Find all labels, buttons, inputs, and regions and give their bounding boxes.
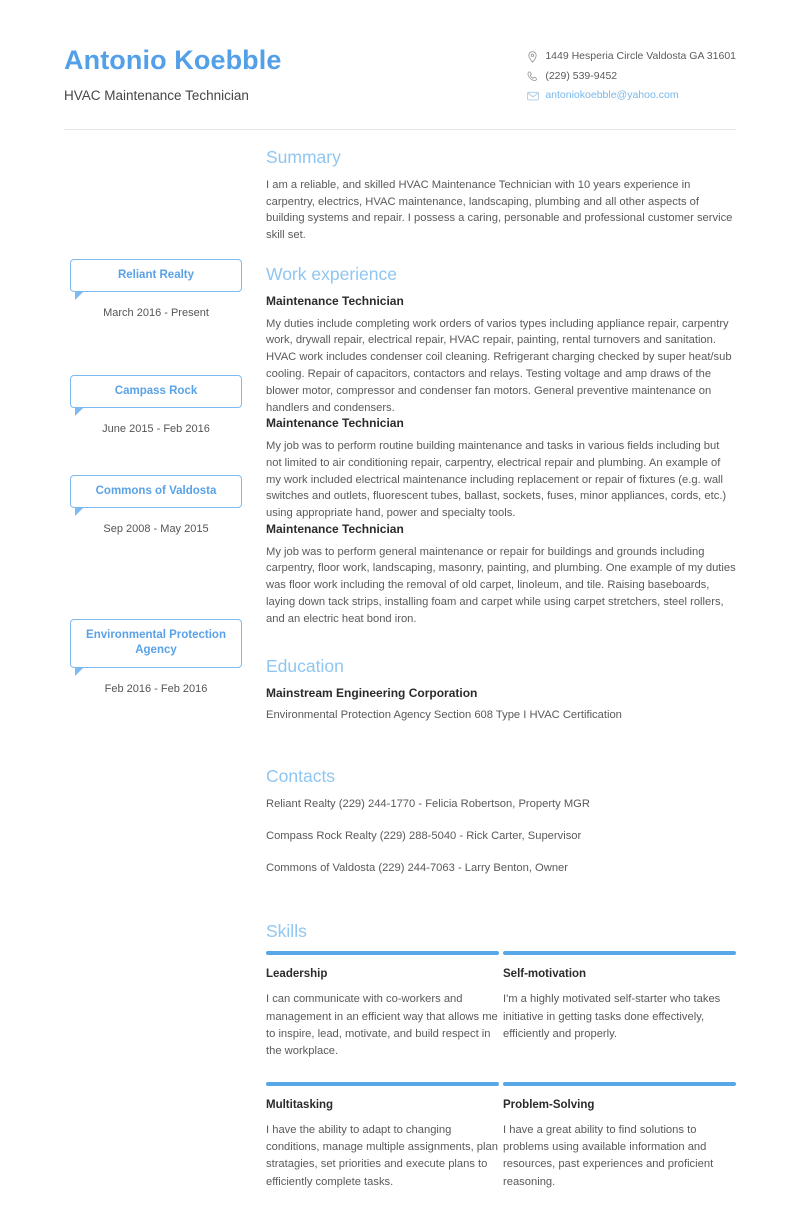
sidebar-item-environmental-protection-agency: Environmental Protection Agency Feb 2016…	[70, 618, 242, 696]
identity-block: Antonio Koebble HVAC Maintenance Technic…	[64, 44, 281, 104]
work-entry-role: Maintenance Technician	[266, 522, 404, 537]
skill-description: I can communicate with co-workers and ma…	[266, 993, 498, 1058]
section-title-summary: Summary	[266, 146, 341, 167]
resume-header: Antonio Koebble HVAC Maintenance Technic…	[64, 0, 736, 104]
work-entry: Maintenance Technician My duties include…	[266, 294, 736, 416]
company-dates: March 2016 - Present	[103, 307, 209, 320]
candidate-job-title: HVAC Maintenance Technician	[64, 87, 249, 103]
contact-phone-row: (229) 539-9452	[526, 70, 736, 83]
section-title-education: Education	[266, 655, 344, 676]
resume-main-content: Summary I am a reliable, and skilled HVA…	[250, 147, 736, 1212]
skill-description: I have a great ability to find solutions…	[503, 1123, 714, 1188]
skill-name: Leadership	[266, 968, 328, 981]
skill-accent-bar	[503, 1081, 736, 1086]
section-work-experience: Work experience Maintenance Technician M…	[266, 264, 736, 628]
sidebar-item-commons-of-valdosta: Commons of Valdosta Sep 2008 - May 2015	[70, 474, 242, 537]
organization-dates: Feb 2016 - Feb 2016	[104, 682, 208, 695]
sidebar-item-reliant-realty: Reliant Realty March 2016 - Present	[70, 258, 242, 321]
sidebar-item-campass-rock: Campass Rock June 2015 - Feb 2016	[70, 374, 242, 437]
reference-line: Compass Rock Realty (229) 288-5040 - Ric…	[266, 829, 582, 842]
summary-text: I am a reliable, and skilled HVAC Mainte…	[266, 178, 733, 242]
company-badge: Reliant Realty	[70, 258, 242, 300]
skill-description: I'm a highly motivated self-starter who …	[503, 993, 721, 1041]
organization-badge: Environmental Protection Agency	[70, 618, 242, 676]
skill-card: Problem-Solving I have a great ability t…	[503, 1081, 736, 1191]
skill-name: Problem-Solving	[503, 1098, 595, 1111]
skill-accent-bar	[266, 951, 499, 956]
skill-card: Self-motivation I'm a highly motivated s…	[503, 951, 736, 1060]
work-entry-role: Maintenance Technician	[266, 294, 404, 309]
contact-phone-text: (229) 539-9452	[545, 69, 618, 82]
skill-accent-bar	[503, 951, 736, 956]
section-title-work-experience: Work experience	[266, 264, 397, 285]
skill-description: I have the ability to adapt to changing …	[266, 1123, 498, 1188]
skill-card: Multitasking I have the ability to adapt…	[266, 1081, 499, 1191]
skill-accent-bar	[266, 1081, 499, 1086]
contact-address-text: 1449 Hesperia Circle Valdosta GA 31601	[545, 50, 736, 62]
work-entry-role: Maintenance Technician	[266, 416, 404, 431]
resume-page: Antonio Koebble HVAC Maintenance Technic…	[0, 0, 800, 1188]
contact-info-block: 1449 Hesperia Circle Valdosta GA 31601 (…	[526, 44, 736, 102]
reference-line: Commons of Valdosta (229) 244-7063 - Lar…	[266, 861, 569, 874]
skill-name: Multitasking	[266, 1098, 334, 1111]
contact-address-row: 1449 Hesperia Circle Valdosta GA 31601	[526, 50, 736, 63]
phone-icon	[526, 70, 539, 83]
skill-name: Self-motivation	[503, 968, 587, 981]
section-title-contacts: Contacts	[266, 765, 336, 786]
location-pin-icon	[526, 50, 539, 63]
skills-grid: Leadership I can communicate with co-wor…	[266, 951, 736, 1212]
work-entry-description: My job was to perform general maintenanc…	[266, 545, 736, 625]
company-dates: June 2015 - Feb 2016	[102, 423, 210, 436]
company-dates: Sep 2008 - May 2015	[103, 523, 209, 536]
envelope-icon	[526, 89, 539, 102]
reference-line: Reliant Realty (229) 244-1770 - Felicia …	[266, 797, 590, 810]
contact-email-text[interactable]: antoniokoebble@yahoo.com	[545, 89, 678, 102]
company-badge: Commons of Valdosta	[70, 474, 242, 516]
section-summary: Summary I am a reliable, and skilled HVA…	[266, 147, 736, 244]
company-badge: Campass Rock	[70, 374, 242, 416]
candidate-name: Antonio Koebble	[64, 45, 282, 75]
skill-card: Leadership I can communicate with co-wor…	[266, 951, 499, 1060]
work-entry-description: My duties include completing work orders…	[266, 317, 732, 414]
education-entry-school: Mainstream Engineering Corporation	[266, 685, 478, 700]
section-title-skills: Skills	[266, 921, 307, 942]
resume-body: Reliant Realty March 2016 - Present Camp…	[64, 130, 736, 1212]
work-entry: Maintenance Technician My job was to per…	[266, 522, 736, 628]
contact-email-row[interactable]: antoniokoebble@yahoo.com	[526, 89, 736, 102]
section-contacts: Contacts Reliant Realty (229) 244-1770 -…	[266, 766, 736, 876]
work-entry-description: My job was to perform routine building m…	[266, 440, 727, 520]
section-education: Education Mainstream Engineering Corpora…	[266, 656, 736, 724]
section-skills: Skills Leadership I can communicate with…	[266, 921, 736, 1212]
education-entry: Mainstream Engineering Corporation Envir…	[266, 686, 736, 724]
education-entry-description: Environmental Protection Agency Section …	[266, 709, 622, 722]
work-entry: Maintenance Technician My job was to per…	[266, 416, 736, 522]
